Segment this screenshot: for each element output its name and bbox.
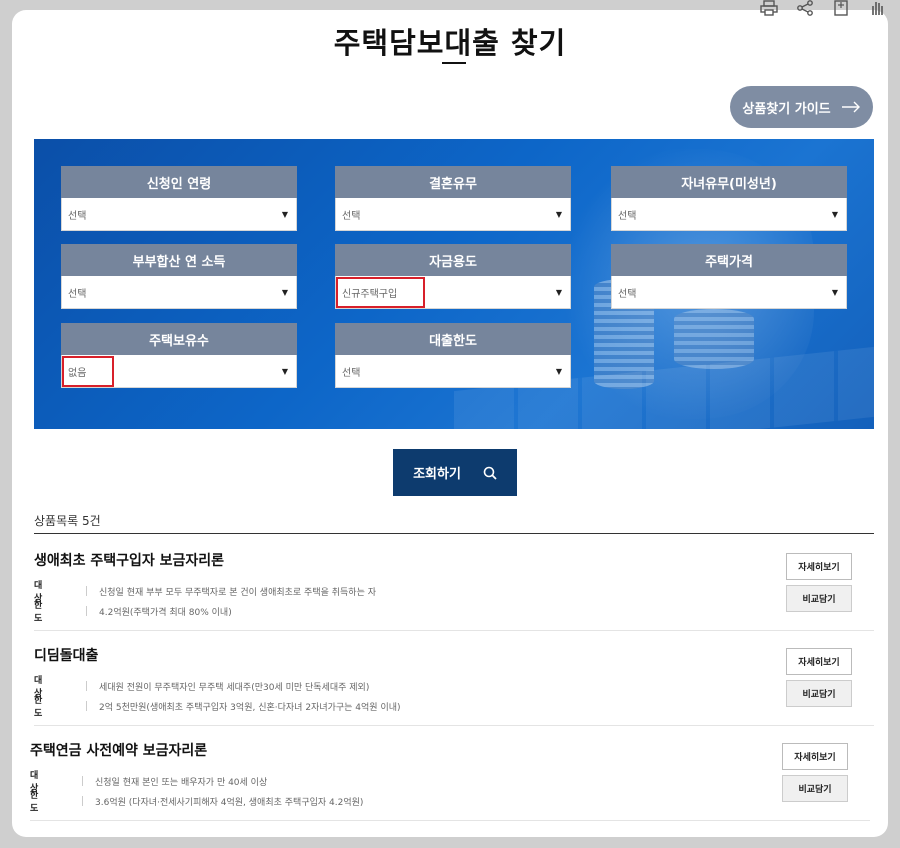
row-key: 한 도 xyxy=(30,791,53,814)
product-name: 디딤돌대출 xyxy=(34,648,99,664)
detail-button[interactable]: 자세히보기 xyxy=(786,553,852,580)
row-key: 한 도 xyxy=(34,696,57,719)
search-button[interactable]: 조회하기 xyxy=(393,449,517,496)
dropdown-arrow-icon: ▼ xyxy=(831,287,838,297)
compare-button[interactable]: 비교담기 xyxy=(782,775,848,802)
filter-label: 결혼유무 xyxy=(335,166,571,198)
filter-house-price: 주택가격 선택 ▼ xyxy=(611,244,847,309)
product-name: 생애최초 주택구입자 보금자리론 xyxy=(34,553,225,569)
dropdown-arrow-icon: ▼ xyxy=(555,287,562,297)
title-underline xyxy=(442,62,466,64)
guide-button-label: 상품찾기 가이드 xyxy=(742,101,831,117)
filter-houses-owned: 주택보유수 없음 ▼ xyxy=(61,323,297,388)
search-icon xyxy=(483,466,497,480)
arrow-right-icon xyxy=(841,101,860,113)
select-value: 선택 xyxy=(342,210,361,222)
row-key: 한 도 xyxy=(34,601,57,624)
filter-label: 주택보유수 xyxy=(61,323,297,355)
share-icon[interactable] xyxy=(796,0,814,16)
filter-label: 신청인 연령 xyxy=(61,166,297,198)
product-name: 주택연금 사전예약 보금자리론 xyxy=(30,743,208,759)
couple-income-select[interactable]: 선택 ▼ xyxy=(61,276,297,309)
content-card: 주택담보대출 찾기 상품찾기 가이드 신청인 연령 선택 ▼ 결혼유무 선택 ▼ 자… xyxy=(12,10,888,837)
house-price-select[interactable]: 선택 ▼ xyxy=(611,276,847,309)
select-value: 선택 xyxy=(68,288,87,300)
dropdown-arrow-icon: ▼ xyxy=(281,209,288,219)
print-icon[interactable] xyxy=(760,0,778,16)
result-count: 상품목록 5건 xyxy=(34,514,101,528)
list-item: 디딤돌대출 대 상 세대원 전원이 무주택자인 무주택 세대주(만30세 미만 … xyxy=(34,631,874,726)
compare-button[interactable]: 비교담기 xyxy=(786,680,852,707)
dropdown-arrow-icon: ▼ xyxy=(831,209,838,219)
filter-couple-income: 부부합산 연 소득 선택 ▼ xyxy=(61,244,297,309)
row-value: 신청일 현재 부부 모두 무주택자로 본 건이 생애최초로 주택을 취득하는 자 xyxy=(99,587,377,598)
detail-button[interactable]: 자세히보기 xyxy=(786,648,852,675)
select-value: 선택 xyxy=(618,288,637,300)
filter-marital-status: 결혼유무 선택 ▼ xyxy=(335,166,571,231)
detail-button[interactable]: 자세히보기 xyxy=(782,743,848,770)
divider xyxy=(34,533,874,534)
filter-loan-limit: 대출한도 선택 ▼ xyxy=(335,323,571,388)
list-item: 생애최초 주택구입자 보금자리론 대 상 신청일 현재 부부 모두 무주택자로 … xyxy=(34,536,874,631)
dropdown-arrow-icon: ▼ xyxy=(555,209,562,219)
dropdown-arrow-icon: ▼ xyxy=(281,287,288,297)
marital-status-select[interactable]: 선택 ▼ xyxy=(335,198,571,231)
list-item: 주택연금 사전예약 보금자리론 대 상 신청일 현재 본인 또는 배우자가 만 … xyxy=(30,726,870,821)
row-value: 신청일 현재 본인 또는 배우자가 만 40세 이상 xyxy=(95,777,268,788)
filter-label: 자녀유무(미성년) xyxy=(611,166,847,198)
search-button-label: 조회하기 xyxy=(413,467,461,482)
filter-label: 부부합산 연 소득 xyxy=(61,244,297,276)
row-value: 3.6억원 (다자녀·전세사기피해자 4억원, 생애최초 주택구입자 4.2억원… xyxy=(95,797,364,808)
dropdown-arrow-icon: ▼ xyxy=(281,366,288,376)
houses-owned-select[interactable]: 없음 ▼ xyxy=(61,355,297,388)
loan-limit-select[interactable]: 선택 ▼ xyxy=(335,355,571,388)
limit-row: 한 도 4.2억원(주택가격 최대 80% 이내) xyxy=(34,598,232,624)
hand-icon[interactable] xyxy=(868,0,886,16)
select-value: 신규주택구입 xyxy=(335,276,426,308)
limit-row: 한 도 3.6억원 (다자녀·전세사기피해자 4억원, 생애최초 주택구입자 4… xyxy=(30,788,363,814)
row-value: 2억 5천만원(생애최초 주택구입자 3억원, 신혼·다자녀 2자녀가구는 4억… xyxy=(99,702,401,713)
filter-label: 자금용도 xyxy=(335,244,571,276)
filter-fund-purpose: 자금용도 신규주택구입 ▼ xyxy=(335,244,571,309)
filter-label: 대출한도 xyxy=(335,323,571,355)
filter-applicant-age: 신청인 연령 선택 ▼ xyxy=(61,166,297,231)
select-value: 선택 xyxy=(68,210,87,222)
filter-children: 자녀유무(미성년) 선택 ▼ xyxy=(611,166,847,231)
page-title: 주택담보대출 찾기 xyxy=(333,26,567,60)
bookmark-icon[interactable] xyxy=(832,0,850,16)
limit-row: 한 도 2억 5천만원(생애최초 주택구입자 3억원, 신혼·다자녀 2자녀가구… xyxy=(34,693,401,719)
dropdown-arrow-icon: ▼ xyxy=(555,366,562,376)
fund-purpose-select[interactable]: 신규주택구입 ▼ xyxy=(335,276,571,309)
select-value: 선택 xyxy=(342,367,361,379)
filter-panel: 신청인 연령 선택 ▼ 결혼유무 선택 ▼ 자녀유무(미성년) 선택 ▼ 부부합산 연… xyxy=(34,139,874,429)
product-guide-button[interactable]: 상품찾기 가이드 xyxy=(730,86,873,128)
row-value: 세대원 전원이 무주택자인 무주택 세대주(만30세 미만 단독세대주 제외) xyxy=(99,682,370,693)
row-value: 4.2억원(주택가격 최대 80% 이내) xyxy=(99,607,232,618)
applicant-age-select[interactable]: 선택 ▼ xyxy=(61,198,297,231)
top-tool-icons xyxy=(760,0,886,16)
compare-button[interactable]: 비교담기 xyxy=(786,585,852,612)
select-value: 선택 xyxy=(618,210,637,222)
select-value: 없음 xyxy=(61,355,115,387)
filter-label: 주택가격 xyxy=(611,244,847,276)
children-select[interactable]: 선택 ▼ xyxy=(611,198,847,231)
